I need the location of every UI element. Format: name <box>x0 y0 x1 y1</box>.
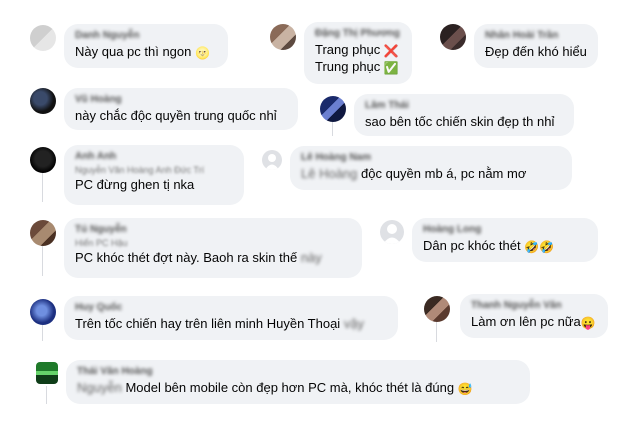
blurred-text: này <box>300 250 322 265</box>
comment-bubble: Thái Văn Hoàng Nguyễn Model bên mobile c… <box>66 360 530 404</box>
comment-bubble: Hoàng Long Dân pc khóc thét 🤣🤣 <box>412 218 598 262</box>
comment-text: Làm ơn lên pc nữa😛 <box>471 314 596 330</box>
tagged-name[interactable]: Nguyễn <box>77 380 122 395</box>
comment-text: PC đừng ghen tị nka <box>75 177 195 192</box>
avatar[interactable] <box>380 220 404 244</box>
avatar[interactable] <box>262 150 282 170</box>
emoji: 😅 <box>457 381 473 396</box>
comment-bubble: Huy Quốc Trên tốc chiến hay trên liên mi… <box>64 296 398 340</box>
avatar[interactable] <box>30 88 56 114</box>
avatar[interactable] <box>30 25 56 51</box>
comment-text: PC khóc thét đợt này. Baoh ra skin thế n… <box>75 250 322 265</box>
emoji: 😛 <box>580 315 596 330</box>
avatar[interactable] <box>320 96 346 122</box>
commenter-name[interactable]: Vũ Hoàng <box>75 93 287 107</box>
commenter-name[interactable]: Đặng Thị Phương <box>315 27 401 41</box>
thread-line <box>332 122 333 136</box>
comment-text-line: Trung phục ✅ <box>315 59 399 75</box>
comment-bubble: Đặng Thị Phương Trang phục ❌ Trung phục … <box>304 22 412 84</box>
comment-bubble: Anh Anh Nguyễn Văn Hoàng Anh Đức Trí PC … <box>64 145 244 205</box>
default-avatar-icon <box>383 224 401 244</box>
commenter-name[interactable]: Nhân Hoài Trần <box>485 29 587 43</box>
avatar[interactable] <box>30 220 56 246</box>
tagged-names: Nguyễn Văn Hoàng Anh Đức Trí <box>75 165 205 175</box>
avatar[interactable] <box>440 24 466 50</box>
commenter-name[interactable]: Danh Nguyễn <box>75 29 217 43</box>
comment-bubble: Lâm Thái sao bên tốc chiến skin đẹp th n… <box>354 94 574 136</box>
avatar[interactable] <box>30 299 56 325</box>
blurred-text: vậy <box>343 316 365 331</box>
commenter-name[interactable]: Anh Anh <box>75 150 233 164</box>
avatar[interactable] <box>424 296 450 322</box>
avatar[interactable] <box>270 24 296 50</box>
thread-line <box>42 325 43 341</box>
comment-text: Nguyễn Model bên mobile còn đẹp hơn PC m… <box>77 380 473 396</box>
commenter-name[interactable]: Lâm Thái <box>365 99 563 113</box>
tagged-name[interactable]: Lê Hoàng <box>301 166 357 181</box>
thread-line <box>42 172 43 202</box>
comment-text: này chắc độc quyền trung quốc nhỉ <box>75 108 277 123</box>
emoji: 🤣🤣 <box>524 239 555 254</box>
comment-bubble: Vũ Hoàng này chắc độc quyền trung quốc n… <box>64 88 298 130</box>
thread-line <box>436 320 437 342</box>
comment-text: Này qua pc thì ngon 🌝 <box>75 44 210 60</box>
commenter-name[interactable]: Lê Hoàng Nam <box>301 151 561 165</box>
comment-text: Đẹp đến khó hiểu <box>485 44 587 59</box>
comment-text: Trên tốc chiến hay trên liên minh Huyền … <box>75 316 365 331</box>
avatar[interactable] <box>30 147 56 173</box>
commenter-name[interactable]: Huy Quốc <box>75 301 387 315</box>
commenter-name[interactable]: Tú Nguyễn <box>75 223 351 237</box>
check-icon: ✅ <box>383 60 399 75</box>
commenter-name[interactable]: Thanh Nguyễn Văn <box>471 299 597 313</box>
comment-bubble: Lê Hoàng Nam Lê Hoàng độc quyền mb á, pc… <box>290 146 572 190</box>
comment-bubble: Thanh Nguyễn Văn Làm ơn lên pc nữa😛 <box>460 294 608 338</box>
thread-line <box>46 386 47 404</box>
commenter-name[interactable]: Thái Văn Hoàng <box>77 365 519 379</box>
comment-bubble: Nhân Hoài Trần Đẹp đến khó hiểu <box>474 24 598 68</box>
comment-text: Dân pc khóc thét 🤣🤣 <box>423 238 555 254</box>
emoji: 🌝 <box>194 45 210 60</box>
comment-text-line: Trang phục ❌ <box>315 42 399 58</box>
comment-text: sao bên tốc chiến skin đẹp th nhỉ <box>365 114 555 129</box>
comment-bubble: Tú Nguyễn Hiển PC Hậu PC khóc thét đợt n… <box>64 218 362 278</box>
default-avatar-icon <box>265 154 279 170</box>
cross-icon: ❌ <box>383 43 399 58</box>
commenter-name[interactable]: Hoàng Long <box>423 223 587 237</box>
thread-line <box>42 246 43 276</box>
avatar[interactable] <box>36 362 58 384</box>
comment-bubble: Danh Nguyễn Này qua pc thì ngon 🌝 <box>64 24 228 68</box>
comment-text: Lê Hoàng độc quyền mb á, pc nằm mơ <box>301 166 527 181</box>
tagged-names: Hiển PC Hậu <box>75 238 128 248</box>
